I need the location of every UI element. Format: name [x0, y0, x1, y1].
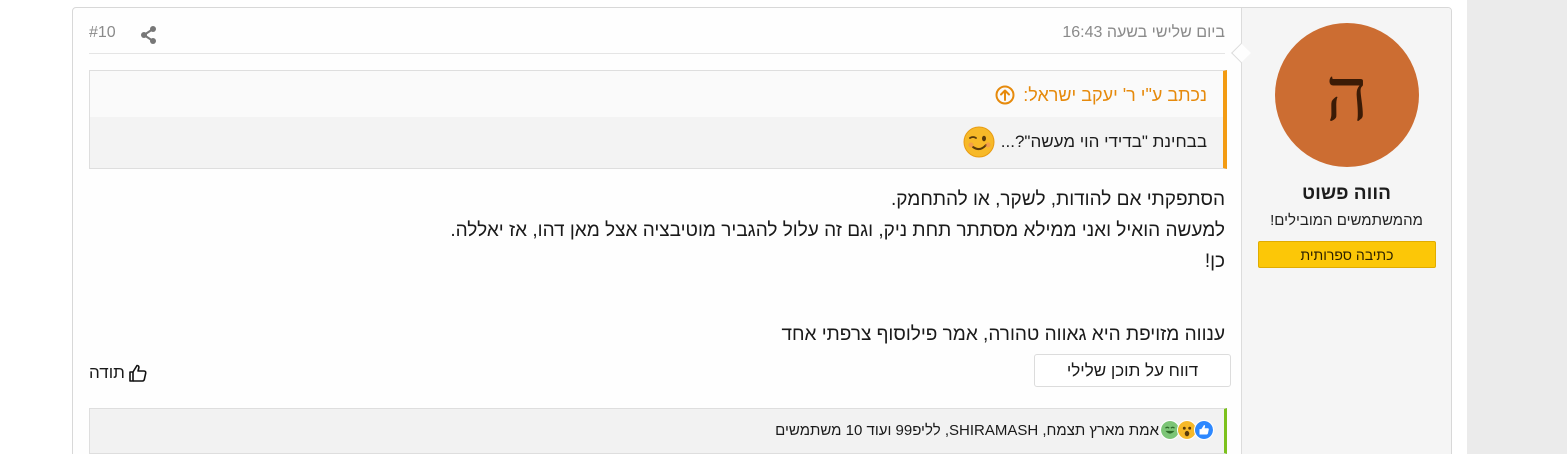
- user-banner: כתיבה ספרותית: [1258, 241, 1436, 268]
- quote-text: בבחינת "בדידי הוי מעשה"?...: [1000, 132, 1207, 151]
- post-signature: ענווה מזויפת היא גאווה טהורה, אמר פילוסו…: [781, 324, 1225, 345]
- wink-emoji-icon: [963, 126, 995, 158]
- post-main: ביום שלישי בשעה 16:43 #10 נכתב ע"י ר' יע…: [87, 8, 1231, 454]
- thanks-button[interactable]: תודה: [89, 362, 148, 384]
- post-body: הסתפקתי אם להודות, לשקר, או להתחמק. למעש…: [87, 184, 1225, 350]
- quote-body: בבחינת "בדידי הוי מעשה"?...: [963, 126, 1207, 158]
- thanks-label[interactable]: תודה: [89, 363, 125, 383]
- reaction-icons: [1160, 420, 1214, 440]
- quote-block: נכתב ע"י ר' יעקב ישראל: בבחינת "בדידי הו…: [89, 70, 1227, 169]
- post-header: ביום שלישי בשעה 16:43 #10: [89, 24, 1225, 54]
- reactions-bar: אמת מארץ תצמח, SHIRAMASH, לליפ99 ועוד 10…: [89, 408, 1227, 454]
- user-cell-arrow: [1231, 43, 1251, 63]
- forum-post: ה הווה פשוט מהמשתמשים המובילים! כתיבה ספ…: [72, 7, 1452, 454]
- page-gutter: [1467, 0, 1567, 454]
- quote-title[interactable]: נכתב ע"י ר' יעקב ישראל:: [995, 81, 1207, 109]
- report-button[interactable]: דווח על תוכן שלילי: [1034, 354, 1231, 387]
- quote-author[interactable]: נכתב ע"י ר' יעקב ישראל:: [1023, 85, 1207, 106]
- post-date[interactable]: ביום שלישי בשעה 16:43: [1062, 24, 1225, 42]
- reactions-row[interactable]: אמת מארץ תצמח, SHIRAMASH, לליפ99 ועוד 10…: [775, 420, 1214, 440]
- post-line: למעשה הואיל ואני ממילא מסתתר תחת ניק, וג…: [450, 220, 1225, 241]
- username[interactable]: הווה פשוט: [1242, 183, 1451, 205]
- user-title: מהמשתמשים המובילים!: [1270, 212, 1423, 229]
- post-line: הסתפקתי אם להודות, לשקר, או להתחמק.: [890, 189, 1225, 210]
- post-line: כן!: [1204, 251, 1225, 272]
- thumbs-up-icon[interactable]: [128, 363, 148, 383]
- user-cell: ה הווה פשוט מהמשתמשים המובילים! כתיבה ספ…: [1231, 8, 1451, 454]
- avatar[interactable]: ה: [1275, 23, 1419, 167]
- reactions-text[interactable]: אמת מארץ תצמח, SHIRAMASH, לליפ99 ועוד 10…: [775, 422, 1159, 439]
- like-reaction-icon: [1194, 420, 1214, 440]
- share-icon[interactable]: [139, 25, 159, 45]
- arrow-up-circle-icon[interactable]: [995, 85, 1015, 105]
- post-number[interactable]: #10: [89, 24, 116, 42]
